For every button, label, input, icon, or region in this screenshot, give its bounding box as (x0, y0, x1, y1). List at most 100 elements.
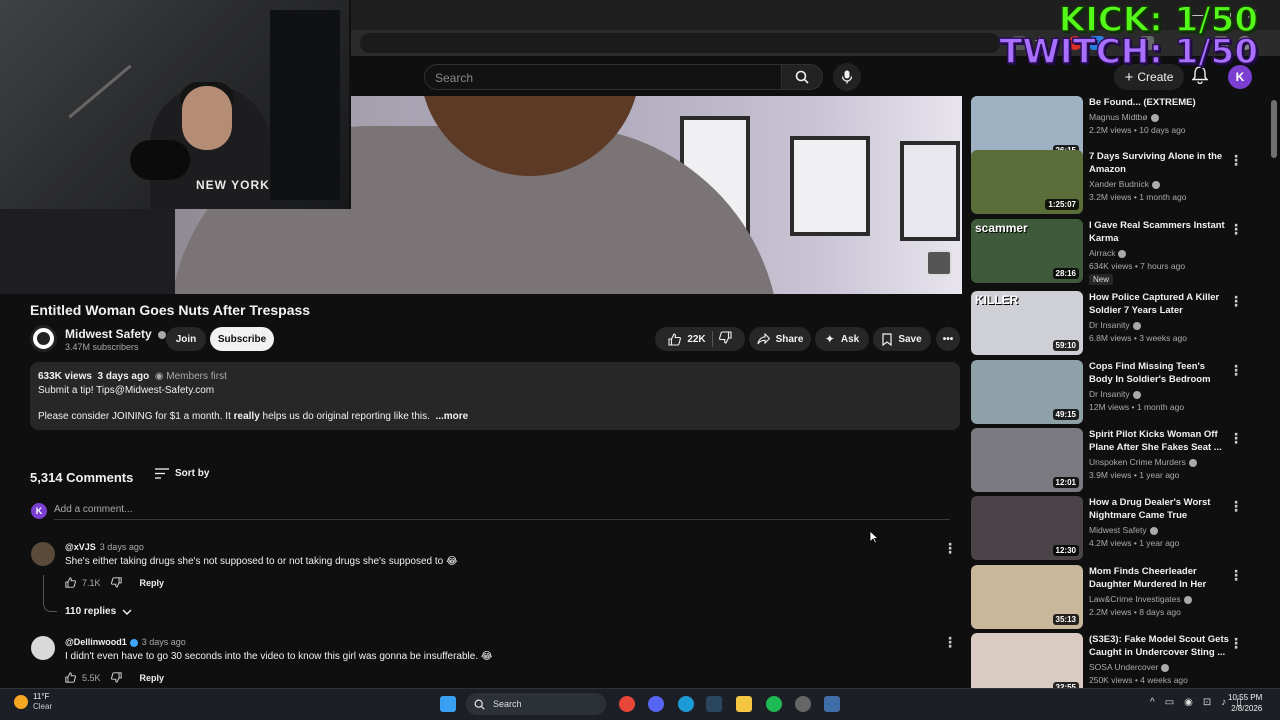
dislike-button[interactable] (718, 331, 732, 347)
comment-time[interactable]: 3 days ago (142, 637, 186, 647)
recommended-channel-name[interactable]: Dr Insanity (1089, 389, 1130, 399)
recommended-video[interactable]: 12:01 Spirit Pilot Kicks Woman Off Plane … (971, 428, 1261, 492)
video-menu-icon[interactable]: ⋮ (1229, 498, 1243, 515)
video-thumbnail[interactable]: 12:01 (971, 428, 1083, 492)
recommended-title[interactable]: How Police Captured A Killer Soldier 7 Y… (1089, 291, 1229, 317)
chrome-icon[interactable] (619, 696, 635, 712)
comment-menu-icon[interactable]: ⋮ (943, 634, 957, 651)
spotify-icon[interactable] (766, 696, 782, 712)
recommended-video[interactable]: KILLER 59:10 How Police Captured A Killer … (971, 291, 1261, 355)
taskbar-search[interactable]: Search (466, 693, 606, 715)
thumbnail-text: KILLER (975, 293, 1019, 307)
recommended-channel-name[interactable]: Dr Insanity (1089, 320, 1130, 330)
channel-name-text[interactable]: Midwest Safety (65, 327, 152, 341)
video-duration: 59:10 (1052, 340, 1079, 351)
video-thumbnail[interactable]: KILLER 59:10 (971, 291, 1083, 355)
recommended-video[interactable]: 1:25:07 7 Days Surviving Alone in the Ama… (971, 150, 1261, 214)
video-menu-icon[interactable]: ⋮ (1229, 152, 1243, 169)
recommended-channel-name[interactable]: Magnus Midtbø (1089, 112, 1148, 122)
commenter-avatar[interactable] (31, 542, 55, 566)
view-replies-button[interactable]: 110 replies (65, 606, 132, 617)
commenter-avatar[interactable] (31, 636, 55, 660)
video-menu-icon[interactable]: ⋮ (1229, 293, 1243, 310)
add-comment-input[interactable]: Add a comment... (54, 504, 132, 515)
channel-name[interactable]: Midwest Safety (65, 327, 167, 341)
reply-button[interactable]: Reply (140, 673, 165, 683)
comment-menu-icon[interactable]: ⋮ (943, 540, 957, 557)
new-badge: New (1089, 274, 1114, 285)
video-description[interactable]: 633K views 3 days ago ◉ Members first Su… (30, 362, 960, 430)
windows-start-icon[interactable] (440, 696, 456, 712)
ask-button[interactable]: ✦ Ask (815, 327, 869, 351)
discord-icon[interactable] (648, 696, 664, 712)
recommended-channel-name[interactable]: Law&Crime Investigates (1089, 594, 1181, 604)
recommended-channel[interactable]: SOSA Undercover (1089, 662, 1229, 672)
reply-button[interactable]: Reply (140, 578, 165, 588)
comment-time[interactable]: 3 days ago (100, 542, 144, 552)
video-thumbnail[interactable]: 49:15 (971, 360, 1083, 424)
address-bar[interactable] (360, 33, 1000, 53)
sort-by-button[interactable]: Sort by (155, 468, 209, 479)
thumbs-down-icon[interactable] (110, 672, 122, 683)
recommended-channel[interactable]: Dr Insanity (1089, 389, 1229, 399)
recommended-channel[interactable]: Dr Insanity (1089, 320, 1229, 330)
recommended-title[interactable]: I Gave Real Scammers Instant Karma (1089, 219, 1229, 245)
recommended-channel[interactable]: Law&Crime Investigates (1089, 594, 1229, 604)
recommended-channel[interactable]: Midwest Safety (1089, 525, 1229, 535)
recommended-title[interactable]: Cops Find Missing Teen's Body In Soldier… (1089, 360, 1229, 386)
video-menu-icon[interactable]: ⋮ (1229, 635, 1243, 652)
video-menu-icon[interactable]: ⋮ (1229, 362, 1243, 379)
thumbs-down-icon[interactable] (110, 577, 122, 588)
video-thumbnail[interactable]: 35:13 (971, 565, 1083, 629)
comment-author[interactable]: @xVJS (65, 542, 96, 552)
search-button[interactable] (781, 64, 823, 90)
obs-icon[interactable] (795, 696, 811, 712)
share-button[interactable]: Share (749, 327, 811, 351)
show-more-link[interactable]: ...more (435, 411, 468, 422)
channel-watermark-icon[interactable] (926, 250, 952, 276)
recommended-video[interactable]: scammer 28:16 I Gave Real Scammers Instant… (971, 219, 1261, 285)
recommended-channel[interactable]: Xander Budnick (1089, 179, 1229, 189)
edge-icon[interactable] (678, 696, 694, 712)
recommended-channel[interactable]: Airrack (1089, 248, 1229, 258)
sidebar-scrollbar[interactable] (1271, 100, 1277, 158)
save-button[interactable]: Save (873, 327, 931, 351)
recommended-channel-name[interactable]: Midwest Safety (1089, 525, 1147, 535)
file-explorer-icon[interactable] (736, 696, 752, 712)
recommended-channel-name[interactable]: Airrack (1089, 248, 1115, 258)
recommended-title[interactable]: 7 Days Surviving Alone in the Amazon (1089, 150, 1229, 176)
recommended-channel-name[interactable]: Unspoken Crime Murders (1089, 457, 1186, 467)
video-menu-icon[interactable]: ⋮ (1229, 430, 1243, 447)
comment-like-button[interactable]: 5.5K (65, 672, 101, 683)
video-menu-icon[interactable]: ⋮ (1229, 221, 1243, 238)
recommended-channel[interactable]: Unspoken Crime Murders (1089, 457, 1229, 467)
join-button[interactable]: Join (166, 327, 206, 351)
search-input[interactable]: Search (424, 64, 782, 90)
recommended-video[interactable]: 49:15 Cops Find Missing Teen's Body In So… (971, 360, 1261, 424)
comment-like-button[interactable]: 7.1K (65, 577, 101, 588)
recommended-video[interactable]: 12:30 How a Drug Dealer's Worst Nightmare… (971, 496, 1261, 560)
recommended-title[interactable]: Spirit Pilot Kicks Woman Off Plane After… (1089, 428, 1229, 454)
recommended-channel[interactable]: Magnus Midtbø (1089, 112, 1229, 122)
recommended-title[interactable]: Mom Finds Cheerleader Daughter Murdered … (1089, 565, 1229, 591)
recommended-title[interactable]: Be Found... (EXTREME) (1089, 96, 1229, 109)
video-thumbnail[interactable]: scammer 28:16 (971, 219, 1083, 283)
steam-icon[interactable] (824, 696, 840, 712)
recommended-video[interactable]: 35:13 Mom Finds Cheerleader Daughter Murd… (971, 565, 1261, 629)
recommended-channel-name[interactable]: SOSA Undercover (1089, 662, 1158, 672)
subscribe-button[interactable]: Subscribe (210, 327, 274, 351)
recommended-title[interactable]: (S3E3): Fake Model Scout Gets Caught in … (1089, 633, 1229, 659)
like-button[interactable]: 22K (668, 332, 706, 346)
video-thumbnail[interactable]: 1:25:07 (971, 150, 1083, 214)
steam-icon[interactable] (706, 696, 722, 712)
weather-widget[interactable]: 11°F Clear (14, 692, 52, 712)
comment-author[interactable]: @Dellinwood1 (65, 637, 127, 647)
recommended-channel-name[interactable]: Xander Budnick (1089, 179, 1149, 189)
video-thumbnail[interactable]: 12:30 (971, 496, 1083, 560)
video-menu-icon[interactable]: ⋮ (1229, 567, 1243, 584)
taskbar-clock[interactable]: 10:55 PM 2/8/2026 (1228, 692, 1262, 714)
channel-avatar[interactable] (30, 325, 57, 352)
voice-search-button[interactable] (833, 63, 861, 91)
recommended-title[interactable]: How a Drug Dealer's Worst Nightmare Came… (1089, 496, 1229, 522)
more-actions-button[interactable]: ••• (936, 327, 960, 351)
